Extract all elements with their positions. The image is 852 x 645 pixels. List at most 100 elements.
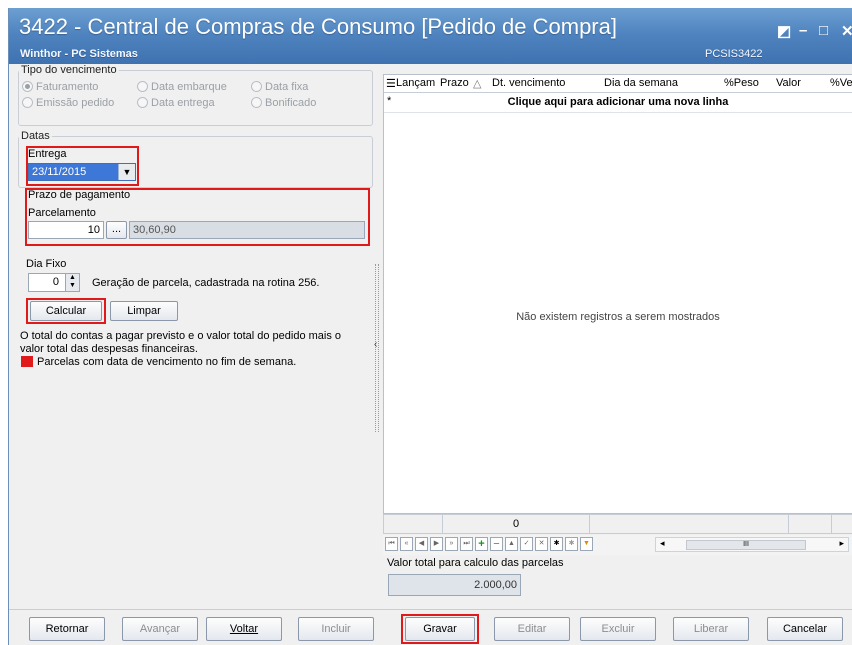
- avancar-button[interactable]: Avançar: [122, 617, 198, 641]
- entrega-date-value: 23/11/2015: [32, 166, 87, 178]
- column-menu-icon[interactable]: ☰: [386, 77, 396, 90]
- horizontal-scrollbar[interactable]: ◂ III ▸: [655, 537, 849, 552]
- calcular-button[interactable]: Calcular: [30, 301, 102, 321]
- radio-data-entrega[interactable]: Data entrega: [137, 97, 215, 109]
- total-label: Valor total para calculo das parcelas: [387, 557, 564, 569]
- radio-data-embarque[interactable]: Data embarque: [137, 81, 227, 93]
- radio-dot-icon: [22, 81, 33, 92]
- scroll-left-icon[interactable]: ◂: [660, 538, 665, 549]
- radio-label: Data entrega: [151, 97, 215, 109]
- scrollbar-thumb[interactable]: III: [686, 540, 806, 550]
- minimize-button[interactable]: –: [799, 22, 807, 39]
- panel-splitter[interactable]: ‹: [373, 64, 382, 609]
- radio-emissao-pedido[interactable]: Emissão pedido: [22, 97, 114, 109]
- close-button[interactable]: ✕: [841, 22, 852, 40]
- prazo-lookup-button[interactable]: ...: [106, 221, 127, 239]
- filter-icon[interactable]: ▼: [580, 537, 593, 551]
- new-row-label: Clique aqui para adicionar uma nova linh…: [507, 96, 729, 108]
- parcelas-input[interactable]: 10: [28, 221, 104, 239]
- prazo-legend: Prazo de pagamento: [28, 189, 131, 201]
- radio-dot-icon: [137, 97, 148, 108]
- prev-record-icon[interactable]: ◀: [415, 537, 428, 551]
- col-ve[interactable]: %Ve: [830, 77, 852, 89]
- window-subtitle: Winthor - PC Sistemas: [20, 48, 138, 60]
- tipo-vencimento-group: Tipo do vencimento Faturamento Data emba…: [18, 64, 373, 126]
- bookmark-icon[interactable]: ✱: [550, 537, 563, 551]
- footer-toolbar: Retornar Avançar Voltar Incluir Gravar E…: [9, 609, 852, 645]
- stepper-icon[interactable]: ▲ ▼: [65, 274, 79, 291]
- weekend-legend-text: Parcelas com data de vencimento no fim d…: [37, 356, 297, 368]
- collapse-arrow-icon[interactable]: ‹: [374, 339, 377, 350]
- maximize-button[interactable]: □: [819, 22, 828, 39]
- next-record-icon[interactable]: ▶: [430, 537, 443, 551]
- new-row-button[interactable]: * Clique aqui para adicionar uma nova li…: [384, 93, 852, 113]
- entrega-label: Entrega: [28, 148, 67, 160]
- empty-message: Não existem registros a serem mostrados: [516, 311, 720, 323]
- radio-label: Bonificado: [265, 97, 317, 109]
- next-page-icon[interactable]: »: [445, 537, 458, 551]
- dia-fixo-label: Dia Fixo: [26, 258, 67, 270]
- info-line-1: O total do contas a pagar previsto e o v…: [20, 330, 342, 342]
- radio-label: Emissão pedido: [36, 97, 115, 109]
- datas-legend: Datas: [19, 130, 52, 142]
- title-bar[interactable]: 3422 - Central de Compras de Consumo [Pe…: [9, 8, 852, 64]
- restore-icon[interactable]: ◩: [777, 22, 791, 40]
- radio-dot-icon: [251, 81, 262, 92]
- parcelamento-label: Parcelamento: [28, 207, 96, 219]
- chevron-down-icon[interactable]: ▼: [118, 164, 135, 180]
- radio-label: Data embarque: [151, 81, 227, 93]
- cancelar-button[interactable]: Cancelar: [767, 617, 843, 641]
- voltar-button[interactable]: Voltar: [206, 617, 282, 641]
- post-record-icon[interactable]: ✓: [520, 537, 533, 551]
- left-panel: Tipo do vencimento Faturamento Data emba…: [18, 64, 373, 609]
- delete-record-icon[interactable]: −: [490, 537, 503, 551]
- editar-button[interactable]: Editar: [494, 617, 570, 641]
- goto-bookmark-icon[interactable]: ✱: [565, 537, 578, 551]
- grid-summary-row: 0: [383, 514, 852, 534]
- dia-fixo-note: Geração de parcela, cadastrada na rotina…: [92, 277, 320, 289]
- info-line-2: valor total das despesas financeiras.: [20, 343, 198, 355]
- radio-label: Data fixa: [265, 81, 309, 93]
- col-dt-vencimento[interactable]: Dt. vencimento: [492, 77, 565, 89]
- prev-page-icon[interactable]: «: [400, 537, 413, 551]
- radio-data-fixa[interactable]: Data fixa: [251, 81, 308, 93]
- col-prazo[interactable]: Prazo: [440, 77, 469, 89]
- add-record-icon[interactable]: +: [475, 537, 488, 551]
- entrega-date-picker[interactable]: 23/11/2015 ▼: [28, 163, 136, 181]
- first-page-icon[interactable]: ⏮: [385, 537, 398, 551]
- scroll-right-icon[interactable]: ▸: [839, 538, 844, 549]
- radio-faturamento[interactable]: Faturamento: [22, 81, 98, 93]
- sum-cell-valor: [788, 514, 832, 534]
- radio-dot-icon: [22, 97, 33, 108]
- total-value: 2.000,00: [388, 574, 521, 596]
- sum-cell: 0: [442, 514, 590, 534]
- app-window: 3422 - Central de Compras de Consumo [Pe…: [8, 8, 852, 645]
- retornar-button[interactable]: Retornar: [29, 617, 105, 641]
- gravar-button[interactable]: Gravar: [405, 617, 475, 641]
- radio-dot-icon: [137, 81, 148, 92]
- col-dia-semana[interactable]: Dia da semana: [604, 77, 678, 89]
- last-page-icon[interactable]: ⏭: [460, 537, 473, 551]
- grid-header: ☰ Lançam Prazo △ Dt. vencimento Dia da s…: [384, 75, 852, 93]
- col-peso[interactable]: %Peso: [724, 77, 759, 89]
- routine-code: PCSIS3422: [705, 48, 763, 60]
- new-row-star-icon: *: [387, 95, 392, 107]
- window-title: 3422 - Central de Compras de Consumo [Pe…: [19, 14, 617, 39]
- col-valor[interactable]: Valor: [776, 77, 801, 89]
- radio-dot-icon: [251, 97, 262, 108]
- weekend-legend-swatch: [21, 356, 33, 367]
- prazos-field: 30,60,90: [129, 221, 365, 239]
- radio-bonificado[interactable]: Bonificado: [251, 97, 316, 109]
- edit-record-icon[interactable]: ▲: [505, 537, 518, 551]
- tipo-vencimento-legend: Tipo do vencimento: [19, 64, 119, 76]
- incluir-button[interactable]: Incluir: [298, 617, 374, 641]
- col-lancam[interactable]: Lançam: [396, 77, 435, 89]
- cancel-record-icon[interactable]: ✕: [535, 537, 548, 551]
- excluir-button[interactable]: Excluir: [580, 617, 656, 641]
- liberar-button[interactable]: Liberar: [673, 617, 749, 641]
- radio-label: Faturamento: [36, 81, 99, 93]
- parcelas-grid: ☰ Lançam Prazo △ Dt. vencimento Dia da s…: [383, 74, 852, 514]
- grid-navigator: ⏮ « ◀ ▶ » ⏭ + − ▲ ✓ ✕ ✱ ✱ ▼ ◂ III ▸: [383, 535, 852, 555]
- limpar-button[interactable]: Limpar: [110, 301, 178, 321]
- sort-up-icon[interactable]: △: [473, 77, 481, 90]
